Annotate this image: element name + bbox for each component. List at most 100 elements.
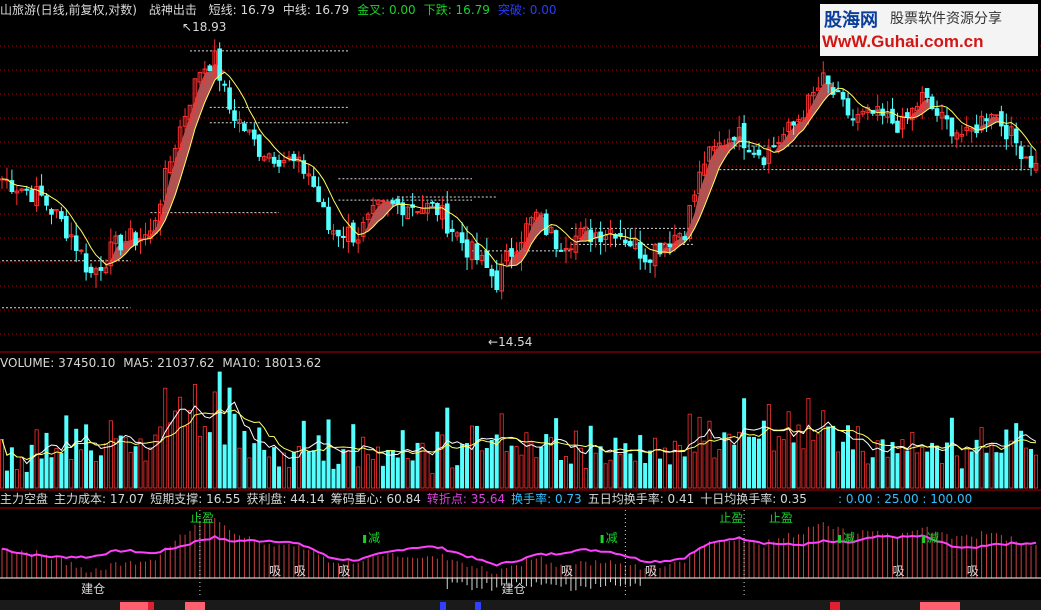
candle-body: [252, 129, 257, 140]
volume-bar: [410, 460, 415, 489]
candle-body: [751, 152, 757, 155]
volume-bar: [850, 449, 855, 489]
volume-bar: [712, 457, 717, 489]
candle-body: [845, 98, 851, 116]
candle-body: [761, 157, 767, 166]
volume-bar: [460, 444, 465, 489]
ma5-value: 21037.62: [157, 356, 215, 370]
candle-body: [64, 215, 69, 239]
candle-body: [484, 250, 490, 268]
candle-body: [316, 186, 321, 202]
volume-bar: [687, 413, 692, 489]
volume-bar: [786, 411, 791, 489]
volume-bar: [133, 446, 138, 489]
volume-bar: [959, 468, 964, 489]
volume-bar: [435, 431, 440, 489]
volume-bar: [564, 456, 569, 489]
volume-bar: [301, 420, 306, 489]
volume-bar: [237, 447, 242, 489]
volume-bar: [192, 384, 197, 489]
volume-bar: [202, 426, 207, 489]
header-item-0: 短线: 16.79: [208, 3, 275, 17]
candle-body: [430, 201, 435, 204]
volume-bar: [469, 425, 474, 489]
volume-bar: [865, 463, 870, 489]
candle-body: [994, 114, 999, 117]
volume-bar: [1014, 423, 1019, 489]
candle-body: [39, 185, 44, 196]
volume-bar: [168, 422, 173, 489]
strip-marker: [185, 602, 205, 610]
volume-bar: [173, 410, 178, 489]
signal-label-5: 减: [843, 531, 855, 545]
volume-bar: [39, 458, 44, 489]
candle-body: [1013, 128, 1019, 144]
volume-bar: [267, 456, 272, 489]
volume-bar: [118, 435, 123, 489]
signal-label-15: 建仓: [502, 582, 526, 596]
volume-bar: [618, 454, 623, 489]
strip-marker: [148, 602, 154, 610]
volume-bar: [484, 448, 489, 489]
volume-bar: [44, 432, 49, 489]
candle-body: [380, 200, 386, 203]
volume-bar: [509, 445, 514, 489]
volume-bar: [969, 451, 974, 489]
volume-bar: [638, 435, 643, 489]
candle-body: [623, 239, 628, 244]
volume-bar: [59, 453, 64, 489]
candle-body: [984, 118, 989, 122]
watermark-url: WwW.Guhai.com.cn: [822, 32, 984, 51]
indicator-item-6: 换手率: 0.73: [511, 492, 582, 506]
volume-bar: [390, 450, 395, 489]
volume-bar: [940, 463, 945, 489]
volume-bar: [79, 449, 84, 489]
volume-bar: [14, 469, 19, 489]
volume-bar: [568, 463, 573, 489]
candle-body: [444, 203, 450, 234]
candle-body: [311, 176, 316, 187]
volume-bar: [499, 413, 504, 489]
header-item-3: 下跌: 16.79: [423, 3, 490, 17]
candle-body: [890, 108, 895, 124]
volume-bar: [366, 454, 371, 489]
volume-bar: [791, 442, 796, 489]
volume-bar: [361, 436, 366, 489]
candle-body: [459, 232, 465, 244]
volume-bar: [925, 451, 930, 489]
volume-bar: [69, 458, 74, 489]
candle-body: [642, 254, 648, 263]
signal-marker: [838, 535, 842, 543]
volume-bar: [514, 446, 519, 489]
price-low-label: ←14.54: [488, 335, 533, 349]
volume-bar: [841, 441, 846, 489]
volume-bar: [588, 425, 593, 489]
volume-bar: [702, 440, 707, 489]
volume-bar: [860, 450, 865, 489]
volume-bar: [371, 458, 376, 489]
volume-bar: [984, 452, 989, 489]
candle-body: [1004, 124, 1009, 140]
volume-bar: [979, 427, 984, 489]
strip-marker: [830, 602, 840, 610]
volume-bar: [578, 447, 583, 489]
candle-body: [435, 203, 440, 216]
volume-bar: [400, 430, 405, 489]
ma5-label: MA5:: [123, 356, 154, 370]
indicator-item-5: 转折点: 35.64: [426, 492, 506, 506]
indicator-item-3: 获利盘: 44.14: [246, 492, 325, 506]
volume-bar: [474, 426, 479, 489]
signal-label-9: 吸: [338, 564, 350, 578]
volume-bar: [420, 442, 425, 489]
watermark-cn: 股海网: [824, 10, 878, 31]
volume-bar: [0, 438, 4, 489]
candle-body: [850, 118, 856, 121]
indicator-header: 主力空盘 主力成本: 17.07 短期支撑: 16.55 获利盘: 44.14 筹码重心…: [0, 492, 813, 506]
volume-bar: [593, 452, 598, 489]
volume-bar: [895, 453, 900, 489]
candle-body: [637, 242, 643, 259]
volume-bar: [405, 458, 410, 489]
volume-bar: [667, 464, 672, 489]
candle-body: [840, 92, 846, 100]
volume-bar: [870, 457, 875, 489]
